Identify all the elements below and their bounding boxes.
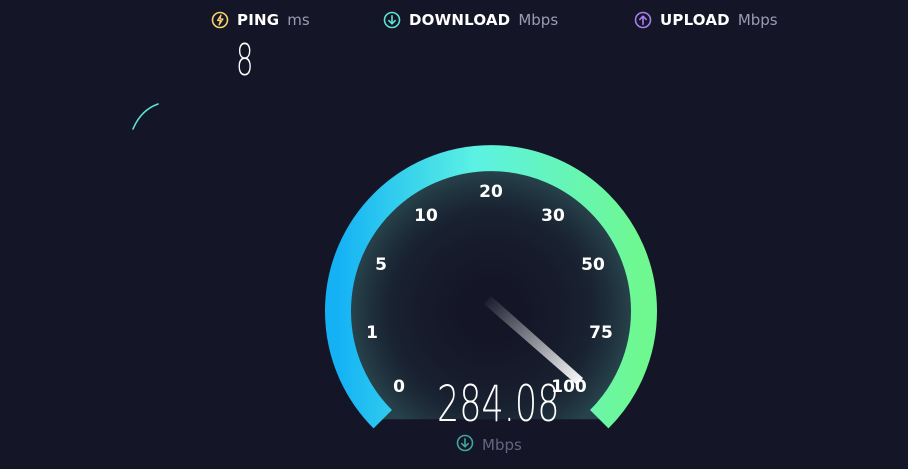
speed-unit-row: Mbps <box>456 434 522 456</box>
tick-20: 20 <box>479 182 503 202</box>
tick-0: 0 <box>393 377 405 397</box>
current-speed-value: 284.08 <box>437 375 560 433</box>
tick-5: 5 <box>375 255 387 275</box>
tick-50: 50 <box>581 255 605 275</box>
tick-10: 10 <box>414 206 438 226</box>
speed-unit: Mbps <box>482 436 522 454</box>
tick-75: 75 <box>589 323 613 343</box>
download-arrow-icon <box>456 434 474 456</box>
tick-1: 1 <box>366 323 378 343</box>
tick-30: 30 <box>541 206 565 226</box>
